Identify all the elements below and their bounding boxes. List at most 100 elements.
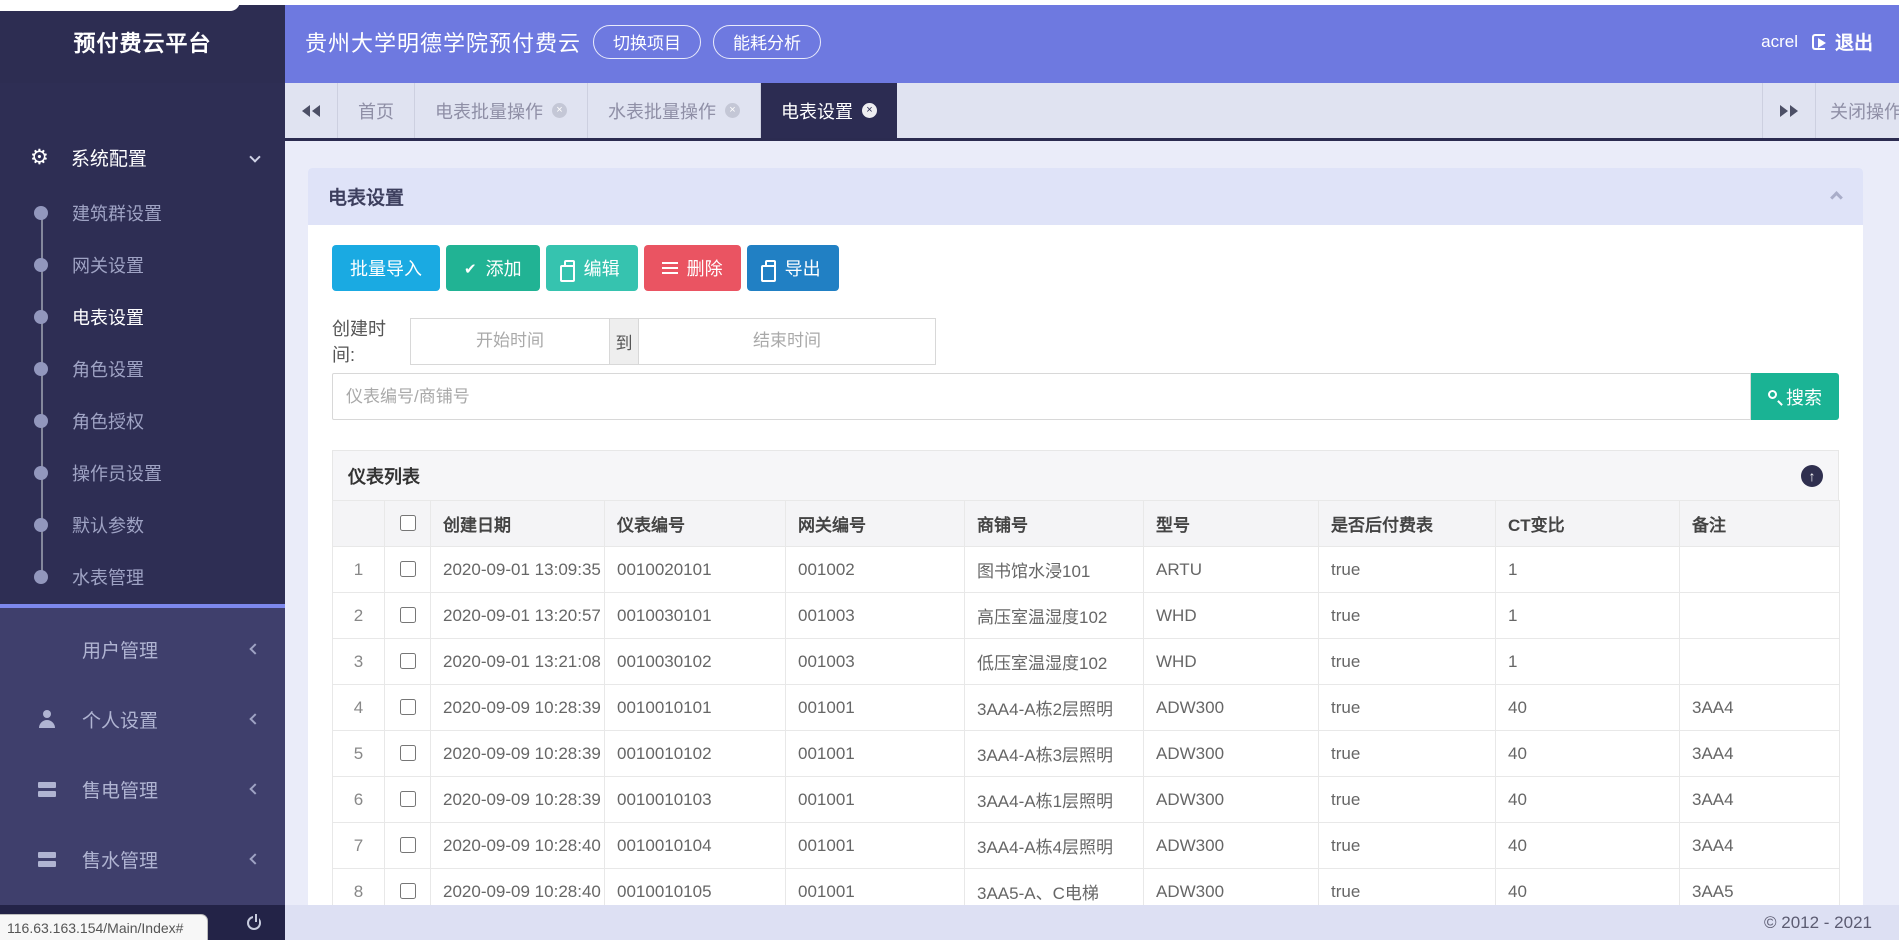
row-checkbox[interactable] — [400, 699, 416, 715]
row-checkbox[interactable] — [400, 837, 416, 853]
sidebar-item[interactable]: 电表设置 — [0, 291, 285, 343]
table-row[interactable]: 2 2020-09-01 13:20:57 0010030101 001003 … — [333, 593, 1840, 639]
create-time-filter: 创建时间: 到 — [332, 315, 1839, 367]
tab[interactable]: 水表批量操作 × — [588, 83, 761, 138]
cell-shop-no: 低压室温湿度102 — [965, 639, 1144, 685]
sidebar-group-label: 系统配置 — [71, 144, 251, 171]
sidebar-submenu: 建筑群设置 网关设置 电表设置 角色设置 — [0, 187, 285, 603]
sidebar-item-label: 默认参数 — [72, 512, 144, 538]
scroll-top-icon[interactable]: ↑ — [1801, 465, 1823, 487]
cell-remark: 3AA4 — [1680, 685, 1840, 731]
end-time-input[interactable] — [638, 318, 936, 365]
close-operations-button[interactable]: 关闭操作 — [1815, 83, 1899, 138]
sidebar-item[interactable]: 操作员设置 — [0, 447, 285, 499]
sidebar-group-label: 售水管理 — [82, 846, 251, 873]
sidebar-lower-section: 用户管理 个人设置 售电管理 售水管理 — [0, 604, 285, 905]
cell-checkbox — [385, 731, 431, 777]
toolbar-button[interactable]: 导出 — [747, 245, 839, 291]
power-icon[interactable] — [247, 916, 261, 930]
cell-remark — [1680, 547, 1840, 593]
search-button[interactable]: 搜索 — [1751, 373, 1839, 420]
table-row[interactable]: 7 2020-09-09 10:28:40 0010010104 001001 … — [333, 823, 1840, 869]
cell-shop-no: 3AA4-A栋1层照明 — [965, 777, 1144, 823]
button-label: 批量导入 — [350, 255, 422, 281]
sidebar-item[interactable]: 默认参数 — [0, 499, 285, 551]
table-row[interactable]: 3 2020-09-01 13:21:08 0010030102 001003 … — [333, 639, 1840, 685]
sidebar-item[interactable]: 角色授权 — [0, 395, 285, 447]
sidebar-item[interactable]: 建筑群设置 — [0, 187, 285, 239]
cell-model: WHD — [1144, 593, 1319, 639]
collapse-panel-button[interactable] — [1832, 187, 1841, 207]
table-row[interactable]: 5 2020-09-09 10:28:39 0010010102 001001 … — [333, 731, 1840, 777]
row-checkbox[interactable] — [400, 653, 416, 669]
row-checkbox[interactable] — [400, 561, 416, 577]
sidebar-group[interactable]: 个人设置 — [0, 684, 285, 754]
toolbar: 批量导入 添加 编辑 — [332, 245, 1839, 291]
cell-shop-no: 3AA4-A栋3层照明 — [965, 731, 1144, 777]
close-icon[interactable]: × — [862, 103, 877, 118]
sidebar-group[interactable]: 售电管理 — [0, 754, 285, 824]
cell-checkbox — [385, 685, 431, 731]
cell-create-date: 2020-09-01 13:21:08 — [431, 639, 605, 685]
meter-settings-panel: 电表设置 批量导入 — [308, 168, 1863, 940]
table-header-row: 创建日期 仪表编号 网关编号 商铺号 型号 是否后付费表 CT变比 备注 — [333, 501, 1840, 547]
cell-remark: 3AA4 — [1680, 777, 1840, 823]
cell-row-number: 5 — [333, 731, 385, 777]
tabs-scroll-left-button[interactable] — [285, 83, 338, 138]
column-header: 仪表编号 — [605, 501, 786, 547]
row-checkbox[interactable] — [400, 791, 416, 807]
toolbar-button[interactable]: 添加 — [446, 245, 540, 291]
cell-ct-ratio: 40 — [1496, 777, 1680, 823]
column-header: 备注 — [1680, 501, 1840, 547]
toolbar-button[interactable]: 编辑 — [546, 245, 638, 291]
chevron-left-icon — [249, 853, 260, 864]
cell-postpaid: true — [1319, 731, 1496, 777]
cell-shop-no: 图书馆水浸101 — [965, 547, 1144, 593]
sidebar-group[interactable]: 售水管理 — [0, 824, 285, 894]
sidebar-group[interactable]: 用户管理 — [0, 614, 285, 684]
meter-table: 创建日期 仪表编号 网关编号 商铺号 型号 是否后付费表 CT变比 备注 — [332, 500, 1840, 915]
logout-button[interactable]: 退出 — [1835, 28, 1873, 55]
table-row[interactable]: 1 2020-09-01 13:09:35 0010020101 001002 … — [333, 547, 1840, 593]
double-chevron-left-icon — [302, 105, 310, 117]
sidebar-item-label: 水表管理 — [72, 564, 144, 590]
logout-icon[interactable] — [1812, 34, 1825, 50]
row-checkbox[interactable] — [400, 883, 416, 899]
cell-create-date: 2020-09-01 13:20:57 — [431, 593, 605, 639]
content-area: 电表设置 批量导入 — [285, 141, 1899, 940]
row-checkbox[interactable] — [400, 745, 416, 761]
table-row[interactable]: 4 2020-09-09 10:28:39 0010010101 001001 … — [333, 685, 1840, 731]
bullet-icon — [34, 570, 48, 584]
person-icon — [38, 710, 56, 728]
search-bar: 搜索 — [332, 373, 1839, 420]
copyright: © 2012 - 2021 — [1764, 913, 1872, 933]
chevron-left-icon — [249, 643, 260, 654]
cell-postpaid: true — [1319, 777, 1496, 823]
select-all-checkbox[interactable] — [400, 515, 416, 531]
tab[interactable]: 电表批量操作 × — [415, 83, 588, 138]
tab[interactable]: 首页 — [338, 83, 415, 138]
cell-checkbox — [385, 547, 431, 593]
toolbar-button[interactable]: 批量导入 — [332, 245, 440, 291]
browser-status-bubble: 116.63.163.154/Main/Index# — [0, 914, 208, 940]
toolbar-button[interactable]: 删除 — [644, 245, 741, 291]
sidebar-item[interactable]: 网关设置 — [0, 239, 285, 291]
sidebar-item[interactable]: 水表管理 — [0, 551, 285, 603]
cell-ct-ratio: 1 — [1496, 639, 1680, 685]
start-time-input[interactable] — [410, 318, 610, 365]
energy-analysis-button[interactable]: 能耗分析 — [713, 25, 821, 59]
sidebar-group-system-config[interactable]: ⚙ 系统配置 — [0, 133, 285, 181]
sidebar: 预付费云平台 ⚙ 系统配置 建筑群设置 网关设置 电表设置 — [0, 0, 285, 940]
close-icon[interactable]: × — [725, 103, 740, 118]
search-input[interactable] — [332, 373, 1751, 420]
switch-project-button[interactable]: 切换项目 — [593, 25, 701, 59]
delete-icon — [662, 262, 678, 264]
tab[interactable]: 电表设置 × — [761, 83, 897, 138]
sidebar-item[interactable]: 角色设置 — [0, 343, 285, 395]
column-header: 网关编号 — [786, 501, 965, 547]
table-row[interactable]: 6 2020-09-09 10:28:39 0010010103 001001 … — [333, 777, 1840, 823]
tabs-scroll-right-button[interactable] — [1762, 83, 1815, 138]
cell-ct-ratio: 1 — [1496, 547, 1680, 593]
row-checkbox[interactable] — [400, 607, 416, 623]
close-icon[interactable]: × — [552, 103, 567, 118]
